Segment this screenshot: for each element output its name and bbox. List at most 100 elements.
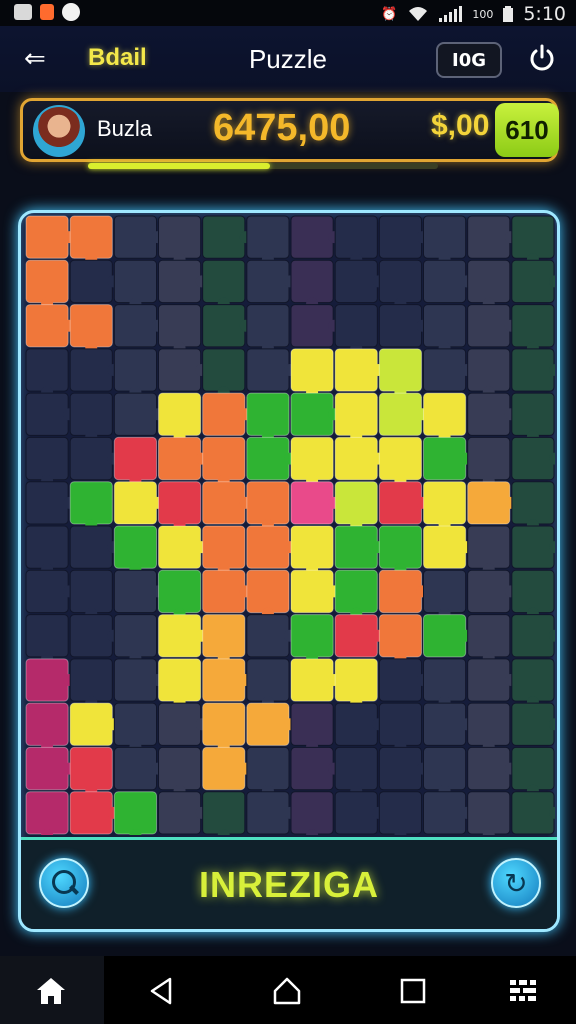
puzzle-piece[interactable]: [467, 658, 511, 702]
puzzle-piece[interactable]: [511, 569, 555, 614]
puzzle-piece[interactable]: [334, 614, 378, 658]
puzzle-piece[interactable]: [511, 746, 555, 791]
puzzle-piece[interactable]: [25, 569, 69, 614]
puzzle-piece[interactable]: [246, 791, 290, 835]
puzzle-piece[interactable]: [511, 259, 555, 304]
puzzle-piece[interactable]: [290, 791, 334, 835]
puzzle-piece[interactable]: [202, 746, 246, 791]
puzzle-piece[interactable]: [25, 392, 69, 436]
puzzle-piece[interactable]: [467, 304, 511, 348]
puzzle-piece[interactable]: [25, 348, 69, 392]
puzzle-piece[interactable]: [69, 746, 113, 791]
puzzle-piece[interactable]: [378, 392, 423, 436]
puzzle-piece[interactable]: [202, 392, 246, 436]
puzzle-grid[interactable]: [25, 215, 555, 835]
puzzle-piece[interactable]: [423, 259, 467, 304]
puzzle-piece[interactable]: [467, 746, 511, 791]
puzzle-piece[interactable]: [423, 215, 467, 259]
puzzle-piece[interactable]: [113, 658, 158, 702]
puzzle-piece[interactable]: [113, 614, 158, 658]
puzzle-piece[interactable]: [334, 436, 378, 481]
puzzle-piece[interactable]: [202, 525, 246, 569]
puzzle-piece[interactable]: [113, 569, 158, 614]
puzzle-piece[interactable]: [334, 525, 378, 569]
puzzle-piece[interactable]: [378, 481, 423, 525]
puzzle-piece[interactable]: [467, 614, 511, 658]
puzzle-piece[interactable]: [69, 614, 113, 658]
puzzle-piece[interactable]: [423, 481, 467, 525]
puzzle-piece[interactable]: [290, 702, 334, 746]
puzzle-piece[interactable]: [378, 569, 423, 614]
puzzle-piece[interactable]: [158, 436, 202, 481]
puzzle-piece[interactable]: [202, 259, 246, 304]
puzzle-piece[interactable]: [25, 702, 69, 746]
puzzle-piece[interactable]: [113, 259, 158, 304]
puzzle-piece[interactable]: [290, 392, 334, 436]
puzzle-piece[interactable]: [69, 702, 113, 746]
puzzle-piece[interactable]: [334, 392, 378, 436]
puzzle-piece[interactable]: [202, 481, 246, 525]
puzzle-piece[interactable]: [290, 525, 334, 569]
puzzle-piece[interactable]: [25, 215, 69, 259]
puzzle-piece[interactable]: [334, 304, 378, 348]
puzzle-piece[interactable]: [467, 481, 511, 525]
puzzle-piece[interactable]: [69, 791, 113, 835]
puzzle-piece[interactable]: [246, 392, 290, 436]
puzzle-piece[interactable]: [290, 304, 334, 348]
puzzle-piece[interactable]: [378, 525, 423, 569]
puzzle-piece[interactable]: [423, 525, 467, 569]
puzzle-piece[interactable]: [334, 259, 378, 304]
puzzle-piece[interactable]: [246, 658, 290, 702]
puzzle-piece[interactable]: [246, 746, 290, 791]
puzzle-piece[interactable]: [511, 614, 555, 658]
puzzle-piece[interactable]: [467, 348, 511, 392]
puzzle-piece[interactable]: [246, 259, 290, 304]
puzzle-piece[interactable]: [69, 525, 113, 569]
puzzle-piece[interactable]: [25, 304, 69, 348]
puzzle-piece[interactable]: [158, 348, 202, 392]
puzzle-piece[interactable]: [113, 215, 158, 259]
recents-square-icon[interactable]: [396, 974, 430, 1008]
menu-grid-icon[interactable]: [506, 974, 540, 1008]
puzzle-piece[interactable]: [202, 569, 246, 614]
puzzle-piece[interactable]: [158, 259, 202, 304]
avatar[interactable]: [33, 105, 85, 157]
puzzle-piece[interactable]: [202, 348, 246, 392]
puzzle-piece[interactable]: [158, 525, 202, 569]
puzzle-piece[interactable]: [334, 215, 378, 259]
puzzle-piece[interactable]: [25, 259, 69, 304]
puzzle-piece[interactable]: [423, 392, 467, 436]
puzzle-piece[interactable]: [246, 436, 290, 481]
puzzle-piece[interactable]: [69, 569, 113, 614]
puzzle-piece[interactable]: [25, 481, 69, 525]
puzzle-piece[interactable]: [467, 215, 511, 259]
puzzle-piece[interactable]: [69, 304, 113, 348]
puzzle-piece[interactable]: [378, 658, 423, 702]
puzzle-piece[interactable]: [158, 614, 202, 658]
puzzle-pieces[interactable]: [25, 215, 555, 835]
puzzle-piece[interactable]: [158, 702, 202, 746]
puzzle-piece[interactable]: [511, 481, 555, 525]
puzzle-piece[interactable]: [423, 436, 467, 481]
puzzle-piece[interactable]: [113, 746, 158, 791]
puzzle-piece[interactable]: [334, 658, 378, 702]
puzzle-piece[interactable]: [378, 702, 423, 746]
puzzle-piece[interactable]: [423, 791, 467, 835]
puzzle-piece[interactable]: [158, 392, 202, 436]
puzzle-piece[interactable]: [246, 304, 290, 348]
puzzle-piece[interactable]: [69, 392, 113, 436]
puzzle-piece[interactable]: [25, 791, 69, 835]
puzzle-piece[interactable]: [113, 348, 158, 392]
puzzle-piece[interactable]: [423, 569, 467, 614]
puzzle-piece[interactable]: [334, 746, 378, 791]
puzzle-piece[interactable]: [113, 481, 158, 525]
puzzle-piece[interactable]: [202, 215, 246, 259]
puzzle-piece[interactable]: [290, 436, 334, 481]
puzzle-piece[interactable]: [423, 746, 467, 791]
puzzle-piece[interactable]: [69, 348, 113, 392]
puzzle-piece[interactable]: [467, 436, 511, 481]
back-triangle-icon[interactable]: [144, 974, 178, 1008]
puzzle-piece[interactable]: [378, 614, 423, 658]
puzzle-piece[interactable]: [511, 215, 555, 259]
puzzle-piece[interactable]: [25, 436, 69, 481]
